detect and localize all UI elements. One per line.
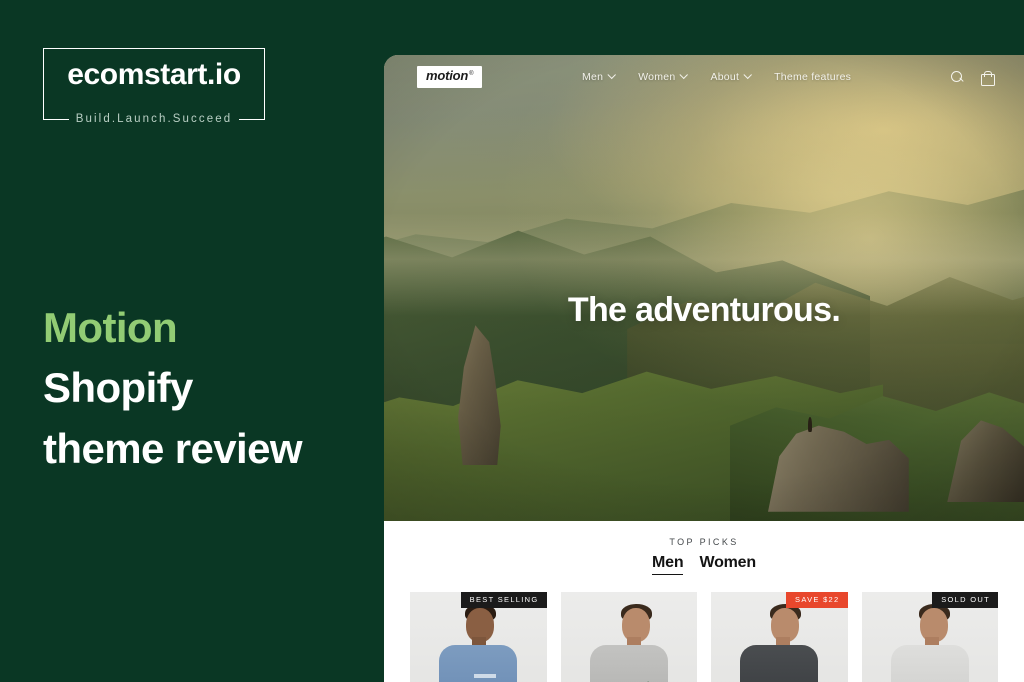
product-card[interactable]: BEST SELLING — [410, 592, 547, 682]
nav-item-women-label: Women — [638, 71, 676, 83]
nav-item-theme-features[interactable]: Theme features — [774, 71, 851, 83]
product-photo — [560, 592, 697, 682]
nav-item-men-label: Men — [582, 71, 604, 83]
top-picks-section: TOP PICKS Men Women BEST SELLING SAVE $2… — [384, 521, 1024, 682]
tab-men[interactable]: Men — [652, 554, 684, 575]
logo-wordmark: ecomstart.io — [67, 58, 241, 91]
brand-logo: ecomstart.io Build.Launch.Succeed — [43, 48, 265, 126]
nav-item-women[interactable]: Women — [638, 70, 689, 83]
page-title: Motion Shopify theme review — [43, 298, 373, 479]
status-badge: BEST SELLING — [460, 592, 547, 608]
hero-mountain-photo — [384, 55, 1024, 521]
site-logo-text: motion — [426, 68, 469, 84]
cart-icon[interactable] — [981, 70, 995, 86]
search-icon[interactable] — [951, 70, 964, 84]
nav-item-theme-features-label: Theme features — [774, 71, 852, 83]
status-badge: SAVE $22 — [786, 592, 848, 608]
nav-item-about-label: About — [710, 71, 740, 83]
chevron-down-icon — [607, 70, 617, 80]
chevron-down-icon — [743, 70, 753, 80]
browser-mockup: motion® Men Women About Theme features T… — [384, 55, 1024, 682]
model-garment — [740, 645, 819, 682]
shirt-pocket-detail — [474, 674, 497, 678]
product-grid: BEST SELLING SAVE $22 SOLD OUT — [384, 592, 1024, 682]
registered-mark-icon: ® — [469, 70, 474, 77]
product-card[interactable]: SOLD OUT — [861, 592, 998, 682]
site-logo[interactable]: motion® — [417, 66, 483, 88]
top-picks-eyebrow: TOP PICKS — [669, 537, 739, 547]
hero-headline: The adventurous. — [567, 291, 841, 329]
chevron-down-icon — [679, 70, 689, 80]
model-garment — [890, 645, 969, 682]
headline-line-2: Shopify — [43, 364, 193, 412]
product-card[interactable]: SAVE $22 — [711, 592, 848, 682]
nav-icons — [951, 70, 995, 86]
site-navbar: motion® Men Women About Theme features — [384, 55, 1024, 99]
hero-vignette — [384, 55, 1024, 521]
logo-tagline-wrap: Build.Launch.Succeed — [49, 111, 259, 129]
top-picks-tabs: Men Women — [384, 554, 1024, 575]
product-card[interactable] — [560, 592, 697, 682]
status-badge: SOLD OUT — [932, 592, 998, 608]
nav-links: Men Women About Theme features — [582, 70, 851, 83]
left-panel: ecomstart.io Build.Launch.Succeed Motion… — [0, 0, 384, 682]
hero-section: motion® Men Women About Theme features T… — [384, 55, 1024, 521]
logo-tagline: Build.Launch.Succeed — [68, 114, 240, 126]
nav-item-men[interactable]: Men — [582, 70, 617, 83]
tab-women[interactable]: Women — [699, 554, 756, 574]
nav-item-about[interactable]: About — [710, 70, 753, 83]
slide-canvas: ecomstart.io Build.Launch.Succeed Motion… — [0, 0, 1024, 682]
headline-line-3: theme review — [43, 424, 303, 472]
headline-line-1: Motion — [43, 304, 178, 351]
model-garment — [589, 645, 668, 682]
